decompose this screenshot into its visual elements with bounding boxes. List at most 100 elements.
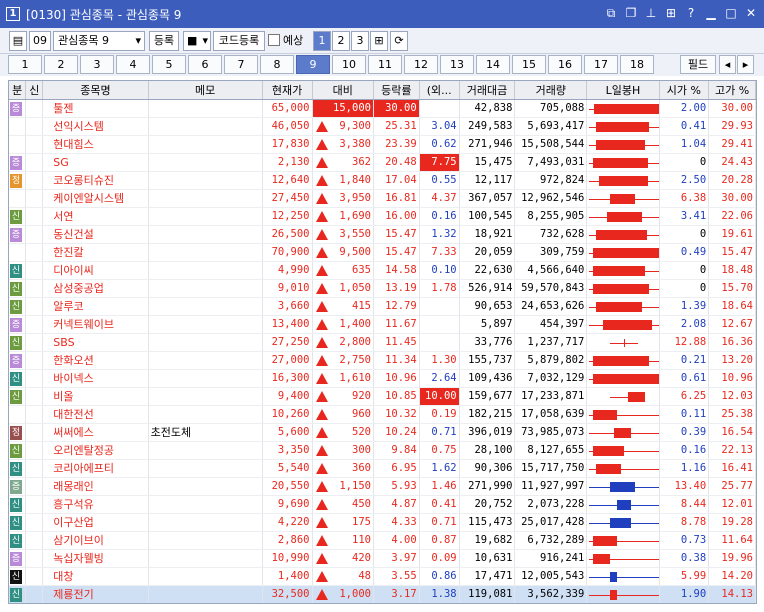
table-row[interactable]: 증 동신건설 26,500 3,550 15.47 1.32 18,921 732,628 0 1… <box>9 225 756 244</box>
table-row[interactable]: 신 서연 12,250 1,690 16.00 0.16 100,545 8,255,905 3… <box>9 207 756 226</box>
table-row[interactable]: 신 오리엔탈정공 3,350 300 9.84 0.75 28,100 8,127,655 0.… <box>9 441 756 460</box>
memo-cell[interactable] <box>148 333 263 352</box>
tab-18[interactable]: 18 <box>620 55 654 74</box>
tab-1[interactable]: 1 <box>8 55 42 74</box>
refresh-icon[interactable]: ⟳ <box>390 31 408 51</box>
memo-cell[interactable] <box>148 405 263 424</box>
memo-cell[interactable] <box>148 135 263 154</box>
stock-name[interactable]: 비올 <box>42 387 149 406</box>
memo-cell[interactable] <box>148 513 263 532</box>
header-col-rate[interactable]: 등락률 <box>373 81 420 100</box>
memo-cell[interactable] <box>148 441 263 460</box>
tab-4[interactable]: 4 <box>116 55 150 74</box>
tab-13[interactable]: 13 <box>440 55 474 74</box>
stock-name[interactable]: 알루코 <box>42 297 149 316</box>
export-icon[interactable]: ⊞ <box>370 31 388 51</box>
register-button[interactable]: 등록 <box>149 31 179 51</box>
table-row[interactable]: 증 녹십자웰빙 10,990 420 3.97 0.09 10,631 916,241 0.38… <box>9 549 756 568</box>
memo-cell[interactable] <box>148 99 263 118</box>
stock-name[interactable]: SBS <box>42 333 149 352</box>
header-col-amount[interactable]: 거래대금 <box>459 81 516 100</box>
minimize-icon[interactable]: ▁ <box>704 6 718 20</box>
header-col-volume[interactable]: 거래량 <box>514 81 588 100</box>
stock-name[interactable]: 툴젠 <box>42 99 149 118</box>
table-row[interactable]: 신 제룡전기 32,500 1,000 3.17 1.38 119,081 3,562,339… <box>9 585 756 603</box>
maximize-icon[interactable]: □ <box>724 6 738 20</box>
table-row[interactable]: 신 SBS 27,250 2,800 11.45 33,776 1,237,717 12.88… <box>9 333 756 352</box>
header-col-credit[interactable]: 신 <box>25 81 44 100</box>
tab-5[interactable]: 5 <box>152 55 186 74</box>
header-col-high-pct[interactable]: 고가 % <box>708 81 756 100</box>
header-col-price[interactable]: 현재가 <box>262 81 313 100</box>
table-row[interactable]: 신 코리아에프티 5,540 360 6.95 1.62 90,306 15,717,750 1… <box>9 459 756 478</box>
stock-name[interactable]: 한진칼 <box>42 243 149 262</box>
stock-name[interactable]: 케이엔알시스템 <box>42 189 149 208</box>
header-col-memo[interactable]: 메모 <box>148 81 263 100</box>
stock-name[interactable]: 삼기이브이 <box>42 531 149 550</box>
stock-name[interactable]: 코오롱티슈진 <box>42 171 149 190</box>
table-row[interactable]: 정 코오롱티슈진 12,640 1,840 17.04 0.55 12,117 972,824… <box>9 171 756 190</box>
tab-17[interactable]: 17 <box>584 55 618 74</box>
memo-cell[interactable] <box>148 477 263 496</box>
pin-icon[interactable]: ⊥ <box>644 6 658 20</box>
memo-cell[interactable] <box>148 243 263 262</box>
tab-14[interactable]: 14 <box>476 55 510 74</box>
table-row[interactable]: 신 이구산업 4,220 175 4.33 0.71 115,473 25,017,428 8.… <box>9 513 756 532</box>
stock-name[interactable]: 대한전선 <box>42 405 149 424</box>
stock-name[interactable]: 선익시스템 <box>42 117 149 136</box>
memo-cell[interactable] <box>148 261 263 280</box>
page-button-2[interactable]: 2 <box>332 31 350 51</box>
table-row[interactable]: 대한전선 10,260 960 10.32 0.19 182,215 17,058,639 0… <box>9 405 756 424</box>
header-col-change[interactable]: 대비 <box>312 81 374 100</box>
stock-name[interactable]: 래몽래인 <box>42 477 149 496</box>
tab-11[interactable]: 11 <box>368 55 402 74</box>
stock-name[interactable]: 한화오션 <box>42 351 149 370</box>
grid-icon[interactable]: ⊞ <box>664 6 678 20</box>
tab-16[interactable]: 16 <box>548 55 582 74</box>
tab-2[interactable]: 2 <box>44 55 78 74</box>
tab-9[interactable]: 9 <box>296 55 330 74</box>
memo-cell[interactable] <box>148 351 263 370</box>
memo-cell[interactable] <box>148 207 263 226</box>
view-mode-dropdown[interactable]: ■ ▾ <box>183 31 211 51</box>
table-row[interactable]: 신 대창 1,400 48 3.55 0.86 17,471 12,005,543 5.99 14… <box>9 567 756 586</box>
tab-scroll-prev-icon[interactable]: ◂ <box>719 55 736 74</box>
table-row[interactable]: 신 디아이씨 4,990 635 14.58 0.10 22,630 4,566,640 0 18… <box>9 261 756 280</box>
close-icon[interactable]: ✕ <box>744 6 758 20</box>
memo-cell[interactable] <box>148 459 263 478</box>
stock-name[interactable]: 바이넥스 <box>42 369 149 388</box>
table-row[interactable]: 신 흥구석유 9,690 450 4.87 0.41 20,752 2,073,228 8.44… <box>9 495 756 514</box>
stock-name[interactable]: 삼성중공업 <box>42 279 149 298</box>
memo-cell[interactable] <box>148 315 263 334</box>
forecast-checkbox[interactable] <box>268 34 280 46</box>
header-col-open-pct[interactable]: 시가 % <box>659 81 710 100</box>
help-icon[interactable]: ? <box>684 6 698 20</box>
page-button-3[interactable]: 3 <box>351 31 369 51</box>
tab-3[interactable]: 3 <box>80 55 114 74</box>
memo-cell[interactable] <box>148 567 263 586</box>
memo-cell[interactable] <box>148 495 263 514</box>
table-row[interactable]: 증 한화오션 27,000 2,750 11.34 1.30 155,737 5,879,80… <box>9 351 756 370</box>
table-row[interactable]: 증 커넥트웨이브 13,400 1,400 11.67 5,897 454,397 2.08 1… <box>9 315 756 334</box>
table-row[interactable]: 신 바이넥스 16,300 1,610 10.96 2.64 109,436 7,032,12… <box>9 369 756 388</box>
code-register-button[interactable]: 코드등록 <box>213 31 265 51</box>
memo-cell[interactable] <box>148 153 263 172</box>
stock-name[interactable]: 동신건설 <box>42 225 149 244</box>
tab-15[interactable]: 15 <box>512 55 546 74</box>
memo-cell[interactable] <box>148 531 263 550</box>
memo-cell[interactable] <box>148 225 263 244</box>
tab-10[interactable]: 10 <box>332 55 366 74</box>
page-button-1[interactable]: 1 <box>313 31 331 51</box>
field-button[interactable]: 필드 <box>680 55 716 74</box>
memo-cell[interactable]: 초전도체 <box>148 423 263 442</box>
tab-8[interactable]: 8 <box>260 55 294 74</box>
header-col-market[interactable]: 분 <box>9 81 27 100</box>
stock-name[interactable]: 현대힘스 <box>42 135 149 154</box>
header-col-candle[interactable]: L일봉H <box>586 81 660 100</box>
stock-name[interactable]: 흥구석유 <box>42 495 149 514</box>
memo-cell[interactable] <box>148 387 263 406</box>
table-row[interactable]: 신 삼기이브이 2,860 110 4.00 0.87 19,682 6,732,289 0.7… <box>9 531 756 550</box>
table-row[interactable]: 신 삼성중공업 9,010 1,050 13.19 1.78 526,914 59,570,8… <box>9 279 756 298</box>
stock-name[interactable]: 이구산업 <box>42 513 149 532</box>
table-row[interactable]: 정 써써에스 초전도체 5,600 520 10.24 0.71 396,019 73,985,… <box>9 423 756 442</box>
